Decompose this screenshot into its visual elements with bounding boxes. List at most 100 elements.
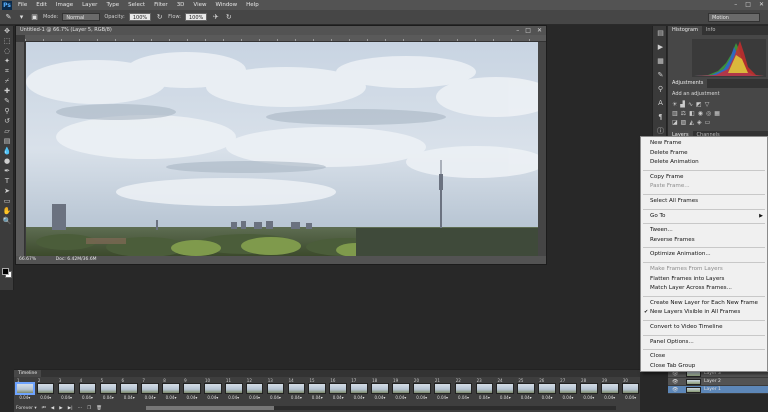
brush-tool-icon[interactable]: ✎ [0,96,14,106]
animation-frame[interactable]: 27 0.04▾ [559,378,577,402]
eraser-tool-icon[interactable]: ▱ [0,126,14,136]
pen-tool-icon[interactable]: ✒ [0,166,14,176]
frame-thumbnail[interactable] [183,383,201,394]
clone-stamp-tool-icon[interactable]: ⚲ [0,106,14,116]
animation-frame[interactable]: 14 0.04▾ [287,378,306,402]
frame-thumbnail[interactable] [78,383,97,394]
dodge-tool-icon[interactable]: ● [0,156,14,166]
tween-icon[interactable]: ⋯ [78,406,83,411]
color-balance-icon[interactable]: ⚖ [681,110,686,117]
frame-delay-dropdown[interactable]: 0.04▾ [141,395,159,400]
frame-thumbnail[interactable] [141,383,159,394]
airbrush-icon[interactable]: ✈ [211,13,220,22]
menu-item-convert-to-video-timeline[interactable]: Convert to Video Timeline [641,323,767,333]
menu-item-flatten-frames-into-layers[interactable]: Flatten Frames into Layers [641,275,767,285]
brush-panel-icon[interactable]: ▣ [30,13,39,22]
lasso-tool-icon[interactable]: ◌ [0,46,14,56]
play-icon[interactable]: ▶ [59,406,62,411]
photo-filter-icon[interactable]: ◉ [698,110,703,117]
swatches-panel-icon[interactable]: ▦ [653,54,668,68]
frame-delay-dropdown[interactable]: 0.04▾ [79,395,97,400]
animation-frame[interactable]: 16 0.04▾ [329,378,347,402]
animation-frame[interactable]: 8 0.04▾ [162,378,180,402]
prev-frame-icon[interactable]: ◀ [51,406,54,411]
black-white-icon[interactable]: ◧ [689,110,695,117]
animation-frame[interactable]: 10 0.04▾ [204,378,222,402]
frame-thumbnail[interactable] [496,383,515,394]
curves-icon[interactable]: ∿ [688,101,693,108]
menu-item-panel-options[interactable]: Panel Options... [641,338,767,348]
frame-thumbnail[interactable] [204,383,222,394]
maximize-button[interactable]: □ [745,0,751,10]
animation-frame[interactable]: 28 0.04▾ [580,378,598,402]
frame-delay-dropdown[interactable]: 0.04▾ [434,395,452,400]
animation-frame[interactable]: 3 0.04▾ [57,378,76,402]
workspace-dropdown[interactable]: Motion [708,13,760,22]
menu-item-tween[interactable]: Tween... [641,226,767,236]
zoom-level[interactable]: 66.67% [19,257,36,262]
zoom-tool-icon[interactable]: 🔍 [0,216,14,226]
hand-tool-icon[interactable]: ✋ [0,206,14,216]
menu-layer[interactable]: Layer [82,2,97,8]
shape-tool-icon[interactable]: ▭ [0,196,14,206]
move-tool-icon[interactable]: ✥ [0,26,14,36]
image-canvas[interactable] [26,42,538,256]
animation-frame[interactable]: 13 0.04▾ [266,378,285,402]
next-frame-icon[interactable]: ▶| [68,406,73,411]
history-panel-icon[interactable]: ▤ [653,26,668,40]
animation-frame[interactable]: 15 0.04▾ [308,378,327,402]
menu-item-reverse-frames[interactable]: Reverse Frames [641,236,767,246]
animation-frame[interactable]: 20 0.04▾ [412,378,431,402]
mode-dropdown[interactable]: Normal [62,13,101,21]
color-lookup-icon[interactable]: ▦ [714,110,720,117]
vibrance-icon[interactable]: ▽ [705,101,710,108]
frame-delay-dropdown[interactable]: 0.04▾ [37,395,55,400]
frame-delay-dropdown[interactable]: 0.04▾ [58,395,76,400]
doc-maximize-button[interactable]: □ [525,26,531,35]
menu-item-select-all-frames[interactable]: Select All Frames [641,197,767,207]
frame-delay-dropdown[interactable]: 0.04▾ [16,395,34,400]
frame-thumbnail[interactable] [600,383,619,394]
frame-thumbnail[interactable] [580,383,598,394]
menu-item-new-frame[interactable]: New Frame [641,139,767,149]
first-frame-icon[interactable]: ⏮ [42,405,46,411]
blur-tool-icon[interactable]: 💧 [0,146,14,156]
menu-help[interactable]: Help [246,2,259,8]
clone-source-panel-icon[interactable]: ⚲ [653,82,668,96]
new-frame-icon[interactable]: ❐ [87,406,91,411]
frame-thumbnail[interactable] [308,383,327,394]
threshold-icon[interactable]: ◭ [689,119,694,126]
frame-thumbnail[interactable] [454,383,473,394]
frame-delay-dropdown[interactable]: 0.04▾ [455,395,473,400]
doc-close-button[interactable]: ✕ [537,26,542,35]
menu-item-delete-frame[interactable]: Delete Frame [641,149,767,159]
frame-thumbnail[interactable] [120,383,139,394]
frame-delay-dropdown[interactable]: 0.04▾ [204,395,222,400]
type-tool-icon[interactable]: T [0,176,14,186]
visibility-eye-icon[interactable]: 👁 [672,378,678,386]
close-button[interactable]: ✕ [759,0,764,10]
menu-file[interactable]: File [18,2,27,8]
frame-delay-dropdown[interactable]: 0.04▾ [162,395,180,400]
menu-select[interactable]: Select [128,2,145,8]
frame-delay-dropdown[interactable]: 0.04▾ [308,395,326,400]
animation-frame[interactable]: 25 0.04▾ [517,378,535,402]
frame-thumbnail[interactable] [162,383,180,394]
animation-frame[interactable]: 22 0.04▾ [454,378,473,402]
animation-frame[interactable]: 9 0.04▾ [183,378,201,402]
horizontal-ruler[interactable] [25,35,546,42]
frame-thumbnail[interactable] [266,383,285,394]
menu-item-delete-animation[interactable]: Delete Animation [641,158,767,168]
tab-info[interactable]: Info [702,26,719,35]
menu-item-match-layer-across-frames[interactable]: Match Layer Across Frames... [641,284,767,294]
animation-frame[interactable]: 6 0.04▾ [120,378,139,402]
frame-thumbnail[interactable] [287,383,306,394]
flow-field[interactable]: 100% [185,13,208,21]
frame-thumbnail[interactable] [475,383,494,394]
frame-thumbnail[interactable] [433,383,452,394]
delete-frame-icon[interactable]: 🗑 [96,406,102,411]
timeline-scroll-thumb[interactable] [146,406,274,410]
frame-delay-dropdown[interactable]: 0.04▾ [601,395,619,400]
invert-icon[interactable]: ◪ [672,119,678,126]
frame-thumbnail[interactable] [392,383,410,394]
